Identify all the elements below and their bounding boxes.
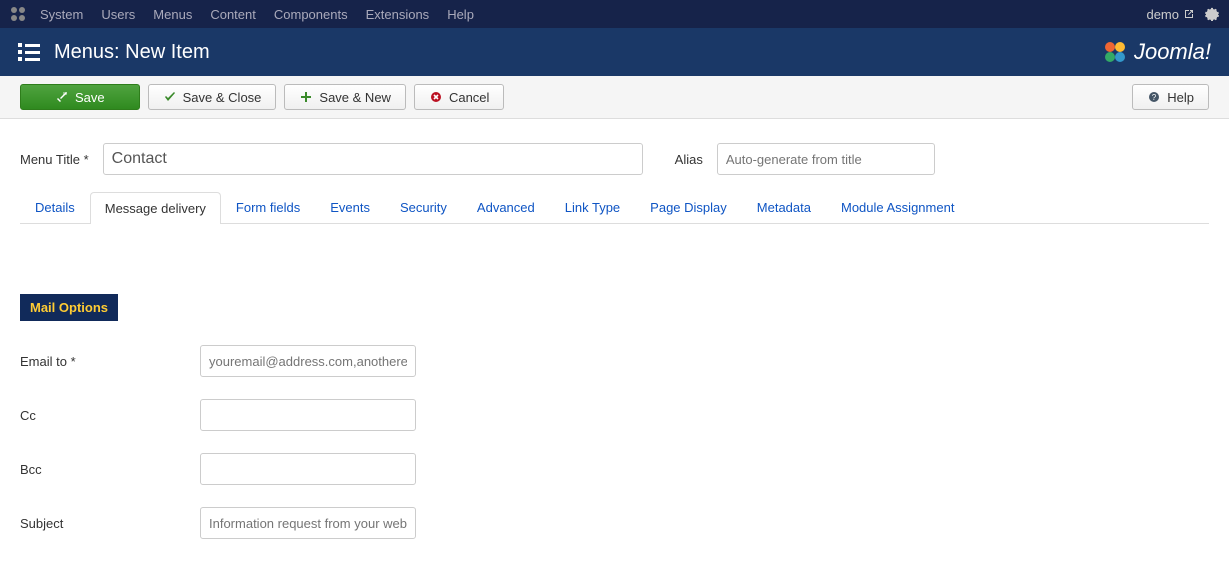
- tab-security[interactable]: Security: [385, 191, 462, 223]
- topbar-item-extensions[interactable]: Extensions: [366, 7, 430, 22]
- save-button-label: Save: [75, 90, 105, 105]
- joomla-icon: [10, 6, 26, 22]
- field-subject: Subject: [20, 507, 1209, 539]
- bcc-input[interactable]: [200, 453, 416, 485]
- external-link-icon: [1183, 8, 1195, 20]
- brand-logo: Joomla!: [1102, 39, 1211, 65]
- help-label: Help: [1167, 90, 1194, 105]
- help-icon: ?: [1147, 90, 1161, 104]
- tab-details[interactable]: Details: [20, 191, 90, 223]
- menu-title-input[interactable]: [103, 143, 643, 175]
- subject-input[interactable]: [200, 507, 416, 539]
- email-to-label: Email to *: [20, 354, 200, 369]
- save-close-button[interactable]: Save & Close: [148, 84, 277, 110]
- cancel-button[interactable]: Cancel: [414, 84, 504, 110]
- brand-text: Joomla!: [1134, 39, 1211, 65]
- topbar-user[interactable]: demo: [1146, 7, 1195, 22]
- tab-module-assignment[interactable]: Module Assignment: [826, 191, 969, 223]
- menu-title-label: Menu Title *: [20, 152, 89, 167]
- topbar-item-users[interactable]: Users: [101, 7, 135, 22]
- topbar-menu: System Users Menus Content Components Ex…: [40, 7, 1146, 22]
- topbar-user-label: demo: [1146, 7, 1179, 22]
- field-cc: Cc: [20, 399, 1209, 431]
- plus-icon: [299, 90, 313, 104]
- tab-link-type[interactable]: Link Type: [550, 191, 635, 223]
- page-title: Menus: New Item: [54, 41, 1102, 64]
- topbar-item-help[interactable]: Help: [447, 7, 474, 22]
- joomla-logo-icon: [1102, 39, 1128, 65]
- topbar-settings[interactable]: [1205, 7, 1219, 21]
- field-bcc: Bcc: [20, 453, 1209, 485]
- field-email-to: Email to *: [20, 345, 1209, 377]
- menu-list-icon: [18, 43, 40, 61]
- tab-page-display[interactable]: Page Display: [635, 191, 742, 223]
- save-new-button[interactable]: Save & New: [284, 84, 406, 110]
- tab-events[interactable]: Events: [315, 191, 385, 223]
- topbar-item-menus[interactable]: Menus: [153, 7, 192, 22]
- check-icon: [163, 90, 177, 104]
- cc-label: Cc: [20, 408, 200, 423]
- mail-options-heading: Mail Options: [20, 294, 118, 321]
- tabs: Details Message delivery Form fields Eve…: [20, 191, 1209, 224]
- mail-options-section: Mail Options Email to * Cc Bcc Subject: [0, 224, 1229, 581]
- topbar-item-system[interactable]: System: [40, 7, 83, 22]
- alias-label: Alias: [675, 152, 703, 167]
- cc-input[interactable]: [200, 399, 416, 431]
- save-new-label: Save & New: [319, 90, 391, 105]
- tab-metadata[interactable]: Metadata: [742, 191, 826, 223]
- subject-label: Subject: [20, 516, 200, 531]
- gear-icon: [1205, 7, 1219, 21]
- save-close-label: Save & Close: [183, 90, 262, 105]
- admin-topbar: System Users Menus Content Components Ex…: [0, 0, 1229, 28]
- apply-icon: [55, 90, 69, 104]
- alias-input[interactable]: [717, 143, 935, 175]
- topbar-item-components[interactable]: Components: [274, 7, 348, 22]
- cancel-label: Cancel: [449, 90, 489, 105]
- svg-text:?: ?: [1152, 93, 1157, 102]
- bcc-label: Bcc: [20, 462, 200, 477]
- tab-form-fields[interactable]: Form fields: [221, 191, 315, 223]
- email-to-input[interactable]: [200, 345, 416, 377]
- title-row: Menu Title * Alias: [0, 119, 1229, 185]
- topbar-item-content[interactable]: Content: [210, 7, 256, 22]
- tab-advanced[interactable]: Advanced: [462, 191, 550, 223]
- action-toolbar: Save Save & Close Save & New Cancel ? He…: [0, 76, 1229, 119]
- cancel-icon: [429, 90, 443, 104]
- help-button[interactable]: ? Help: [1132, 84, 1209, 110]
- tab-message-delivery[interactable]: Message delivery: [90, 192, 221, 224]
- save-button[interactable]: Save: [20, 84, 140, 110]
- page-header: Menus: New Item Joomla!: [0, 28, 1229, 76]
